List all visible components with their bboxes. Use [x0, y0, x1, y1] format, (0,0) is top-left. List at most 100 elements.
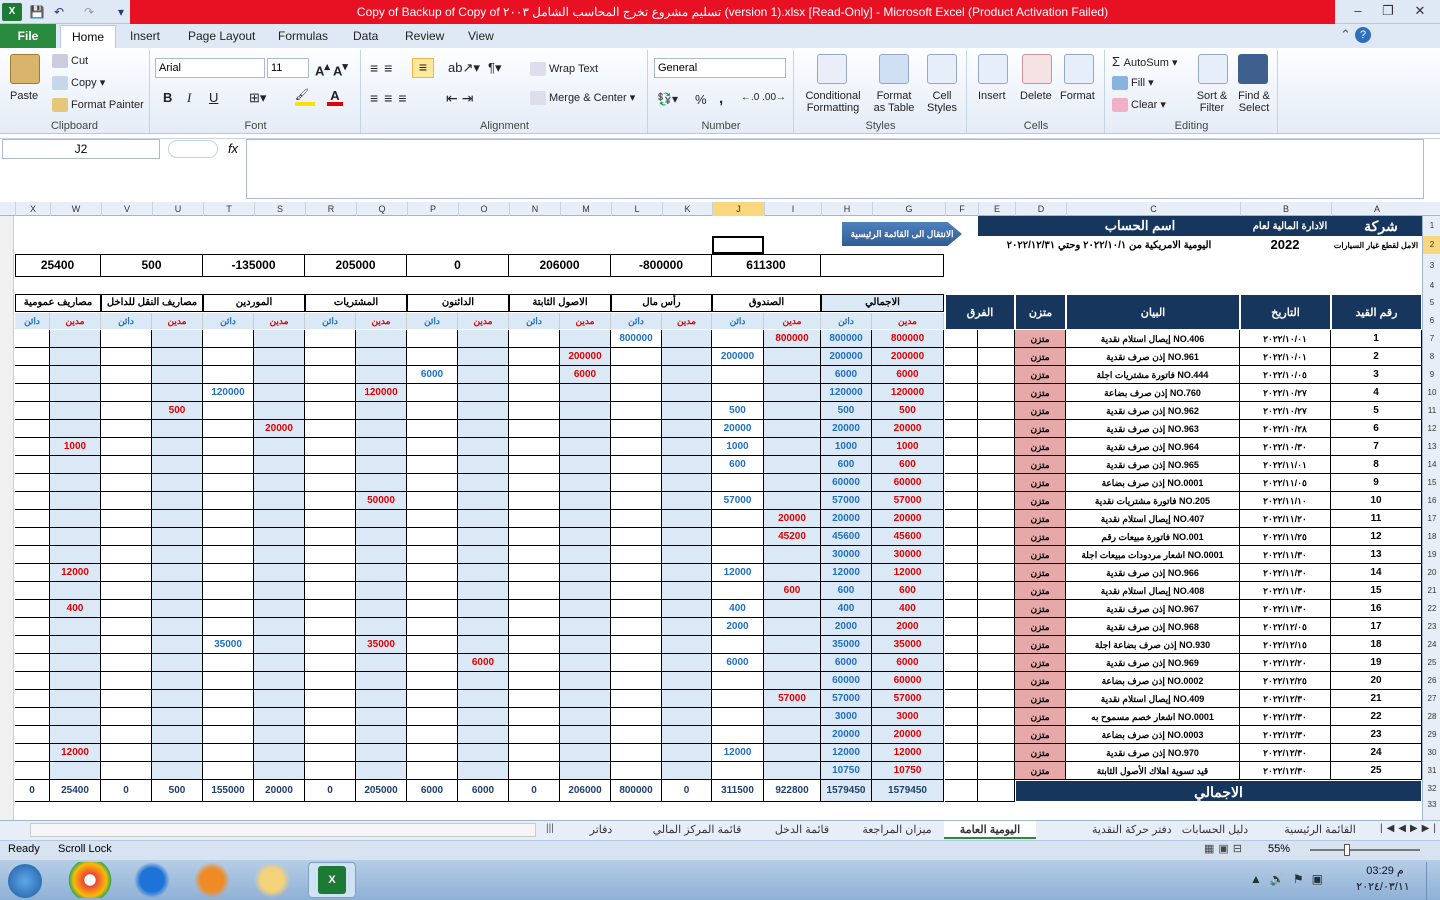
date-cell[interactable]: ٢٠٢٢/١٠/٠١: [1240, 348, 1331, 366]
row-header[interactable]: 10: [1423, 384, 1440, 402]
balanced-cell[interactable]: متزن: [1015, 744, 1066, 762]
balanced-cell[interactable]: متزن: [1015, 600, 1066, 618]
amount-cell[interactable]: [50, 708, 101, 726]
amount-cell[interactable]: [15, 582, 50, 600]
amount-cell[interactable]: [15, 690, 50, 708]
indent-icons[interactable]: ⇤⇥: [446, 90, 477, 107]
tray-icons[interactable]: ▲🔊⚑▣: [1250, 872, 1331, 886]
tab-home[interactable]: Home: [60, 25, 116, 49]
statement-cell[interactable]: إذن صرف بضاعة NO.0003: [1066, 726, 1240, 744]
fx-button[interactable]: fx: [222, 139, 244, 159]
clear-button[interactable]: Clear ▾: [1112, 98, 1166, 113]
format-button[interactable]: Format: [1060, 90, 1095, 102]
fill-button[interactable]: Fill ▾: [1112, 76, 1154, 91]
amount-cell[interactable]: [509, 744, 560, 762]
amount-cell[interactable]: [662, 744, 712, 762]
total-cell[interactable]: 6000: [407, 780, 458, 802]
amount-cell[interactable]: [662, 636, 712, 654]
amount-cell[interactable]: 20000: [712, 420, 764, 438]
amount-cell[interactable]: [407, 384, 458, 402]
amount-cell[interactable]: [50, 636, 101, 654]
amount-cell[interactable]: [407, 708, 458, 726]
total-cell[interactable]: 6000: [458, 780, 509, 802]
total-cell[interactable]: 800000: [611, 780, 662, 802]
amount-cell[interactable]: [50, 654, 101, 672]
amount-cell[interactable]: [50, 330, 101, 348]
amount-cell[interactable]: [611, 474, 662, 492]
diff-cell[interactable]: [978, 438, 1015, 456]
statement-cell[interactable]: إذن صرف بضاعة NO.760: [1066, 384, 1240, 402]
column-header[interactable]: M: [560, 202, 611, 216]
amount-cell[interactable]: [203, 330, 254, 348]
amount-cell[interactable]: [305, 366, 356, 384]
amount-cell[interactable]: [712, 582, 764, 600]
diff-cell[interactable]: [945, 366, 978, 384]
amount-cell[interactable]: 6000: [821, 366, 872, 384]
diff-cell[interactable]: [945, 456, 978, 474]
amount-cell[interactable]: 35000: [203, 636, 254, 654]
borders-icon[interactable]: ⊞▾: [249, 90, 266, 106]
date-cell[interactable]: ٢٠٢٢/١٢/٣٠: [1240, 708, 1331, 726]
amount-cell[interactable]: [203, 456, 254, 474]
amount-cell[interactable]: [662, 492, 712, 510]
amount-cell[interactable]: 400: [50, 600, 101, 618]
amount-cell[interactable]: [152, 546, 203, 564]
amount-cell[interactable]: [15, 438, 50, 456]
diff-cell[interactable]: [978, 762, 1015, 780]
amount-cell[interactable]: 12000: [821, 564, 872, 582]
total-cell[interactable]: 0: [101, 780, 152, 802]
amount-cell[interactable]: [15, 636, 50, 654]
amount-cell[interactable]: [203, 402, 254, 420]
amount-cell[interactable]: [305, 600, 356, 618]
amount-cell[interactable]: [560, 708, 611, 726]
amount-cell[interactable]: [458, 528, 509, 546]
amount-cell[interactable]: [203, 726, 254, 744]
selected-cell-j2[interactable]: [712, 236, 764, 254]
date-cell[interactable]: ٢٠٢٢/١٠/٢٧: [1240, 384, 1331, 402]
amount-cell[interactable]: 120000: [356, 384, 407, 402]
amount-cell[interactable]: 6000: [712, 654, 764, 672]
amount-cell[interactable]: 10750: [821, 762, 872, 780]
amount-cell[interactable]: [254, 636, 305, 654]
amount-cell[interactable]: [15, 456, 50, 474]
amount-cell[interactable]: [407, 528, 458, 546]
amount-cell[interactable]: 30000: [872, 546, 944, 564]
diff-cell[interactable]: [945, 384, 978, 402]
amount-cell[interactable]: [560, 654, 611, 672]
amount-cell[interactable]: [101, 600, 152, 618]
top-value-cell[interactable]: 611300: [712, 254, 821, 276]
amount-cell[interactable]: [611, 636, 662, 654]
amount-cell[interactable]: [611, 438, 662, 456]
column-header[interactable]: W: [50, 202, 101, 216]
row-header[interactable]: 33: [1423, 798, 1440, 812]
amount-cell[interactable]: [712, 726, 764, 744]
amount-cell[interactable]: [560, 744, 611, 762]
amount-cell[interactable]: [152, 456, 203, 474]
amount-cell[interactable]: [254, 366, 305, 384]
amount-cell[interactable]: 12000: [821, 744, 872, 762]
amount-cell[interactable]: [305, 654, 356, 672]
statement-cell[interactable]: إذن صرف نقدية NO.962: [1066, 402, 1240, 420]
amount-cell[interactable]: [407, 744, 458, 762]
amount-cell[interactable]: [764, 384, 821, 402]
amount-cell[interactable]: 600: [872, 456, 944, 474]
format-as-table-button[interactable]: Format as Table: [867, 90, 921, 114]
amount-cell[interactable]: [509, 726, 560, 744]
amount-cell[interactable]: [356, 708, 407, 726]
redo-icon[interactable]: ↷: [80, 3, 98, 21]
amount-cell[interactable]: [356, 564, 407, 582]
amount-cell[interactable]: [407, 600, 458, 618]
amount-cell[interactable]: [458, 366, 509, 384]
entry-no-cell[interactable]: 25: [1331, 762, 1422, 780]
amount-cell[interactable]: 60000: [872, 672, 944, 690]
entry-no-cell[interactable]: 5: [1331, 402, 1422, 420]
balanced-cell[interactable]: متزن: [1015, 510, 1066, 528]
formula-input[interactable]: [246, 139, 1424, 199]
total-cell[interactable]: 0: [509, 780, 560, 802]
column-header[interactable]: X: [15, 202, 50, 216]
diff-cell[interactable]: [945, 564, 978, 582]
diff-cell[interactable]: [978, 366, 1015, 384]
statement-cell[interactable]: فاتورة مشتريات نقدية NO.205: [1066, 492, 1240, 510]
amount-cell[interactable]: [356, 348, 407, 366]
amount-cell[interactable]: 30000: [821, 546, 872, 564]
